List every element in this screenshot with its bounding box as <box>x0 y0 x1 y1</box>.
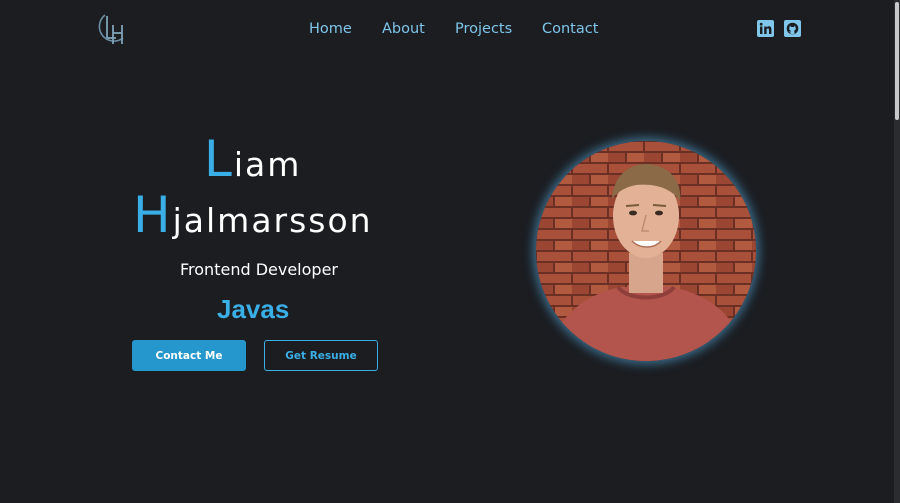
contact-me-button[interactable]: Contact Me <box>132 340 246 371</box>
profile-photo <box>536 141 756 361</box>
linkedin-icon[interactable] <box>757 20 774 37</box>
first-name: Liam <box>204 130 301 188</box>
last-name-initial: H <box>133 186 173 244</box>
get-resume-button[interactable]: Get Resume <box>264 340 378 371</box>
github-icon[interactable] <box>784 20 801 37</box>
typed-text: Javas <box>217 294 290 324</box>
first-name-rest: iam <box>233 145 302 184</box>
last-name-rest: jalmarsson <box>172 201 373 240</box>
first-name-initial: L <box>204 130 234 188</box>
social-links <box>757 20 801 37</box>
role-title: Frontend Developer <box>180 260 338 279</box>
nav-contact[interactable]: Contact <box>542 21 598 37</box>
scrollbar-thumb[interactable] <box>895 2 899 120</box>
page-scrollbar[interactable] <box>894 0 900 503</box>
nav-about[interactable]: About <box>382 21 425 37</box>
nav-projects[interactable]: Projects <box>455 21 512 37</box>
last-name: Hjalmarsson <box>133 186 373 244</box>
nav-home[interactable]: Home <box>309 21 352 37</box>
logo-icon[interactable] <box>96 12 128 46</box>
